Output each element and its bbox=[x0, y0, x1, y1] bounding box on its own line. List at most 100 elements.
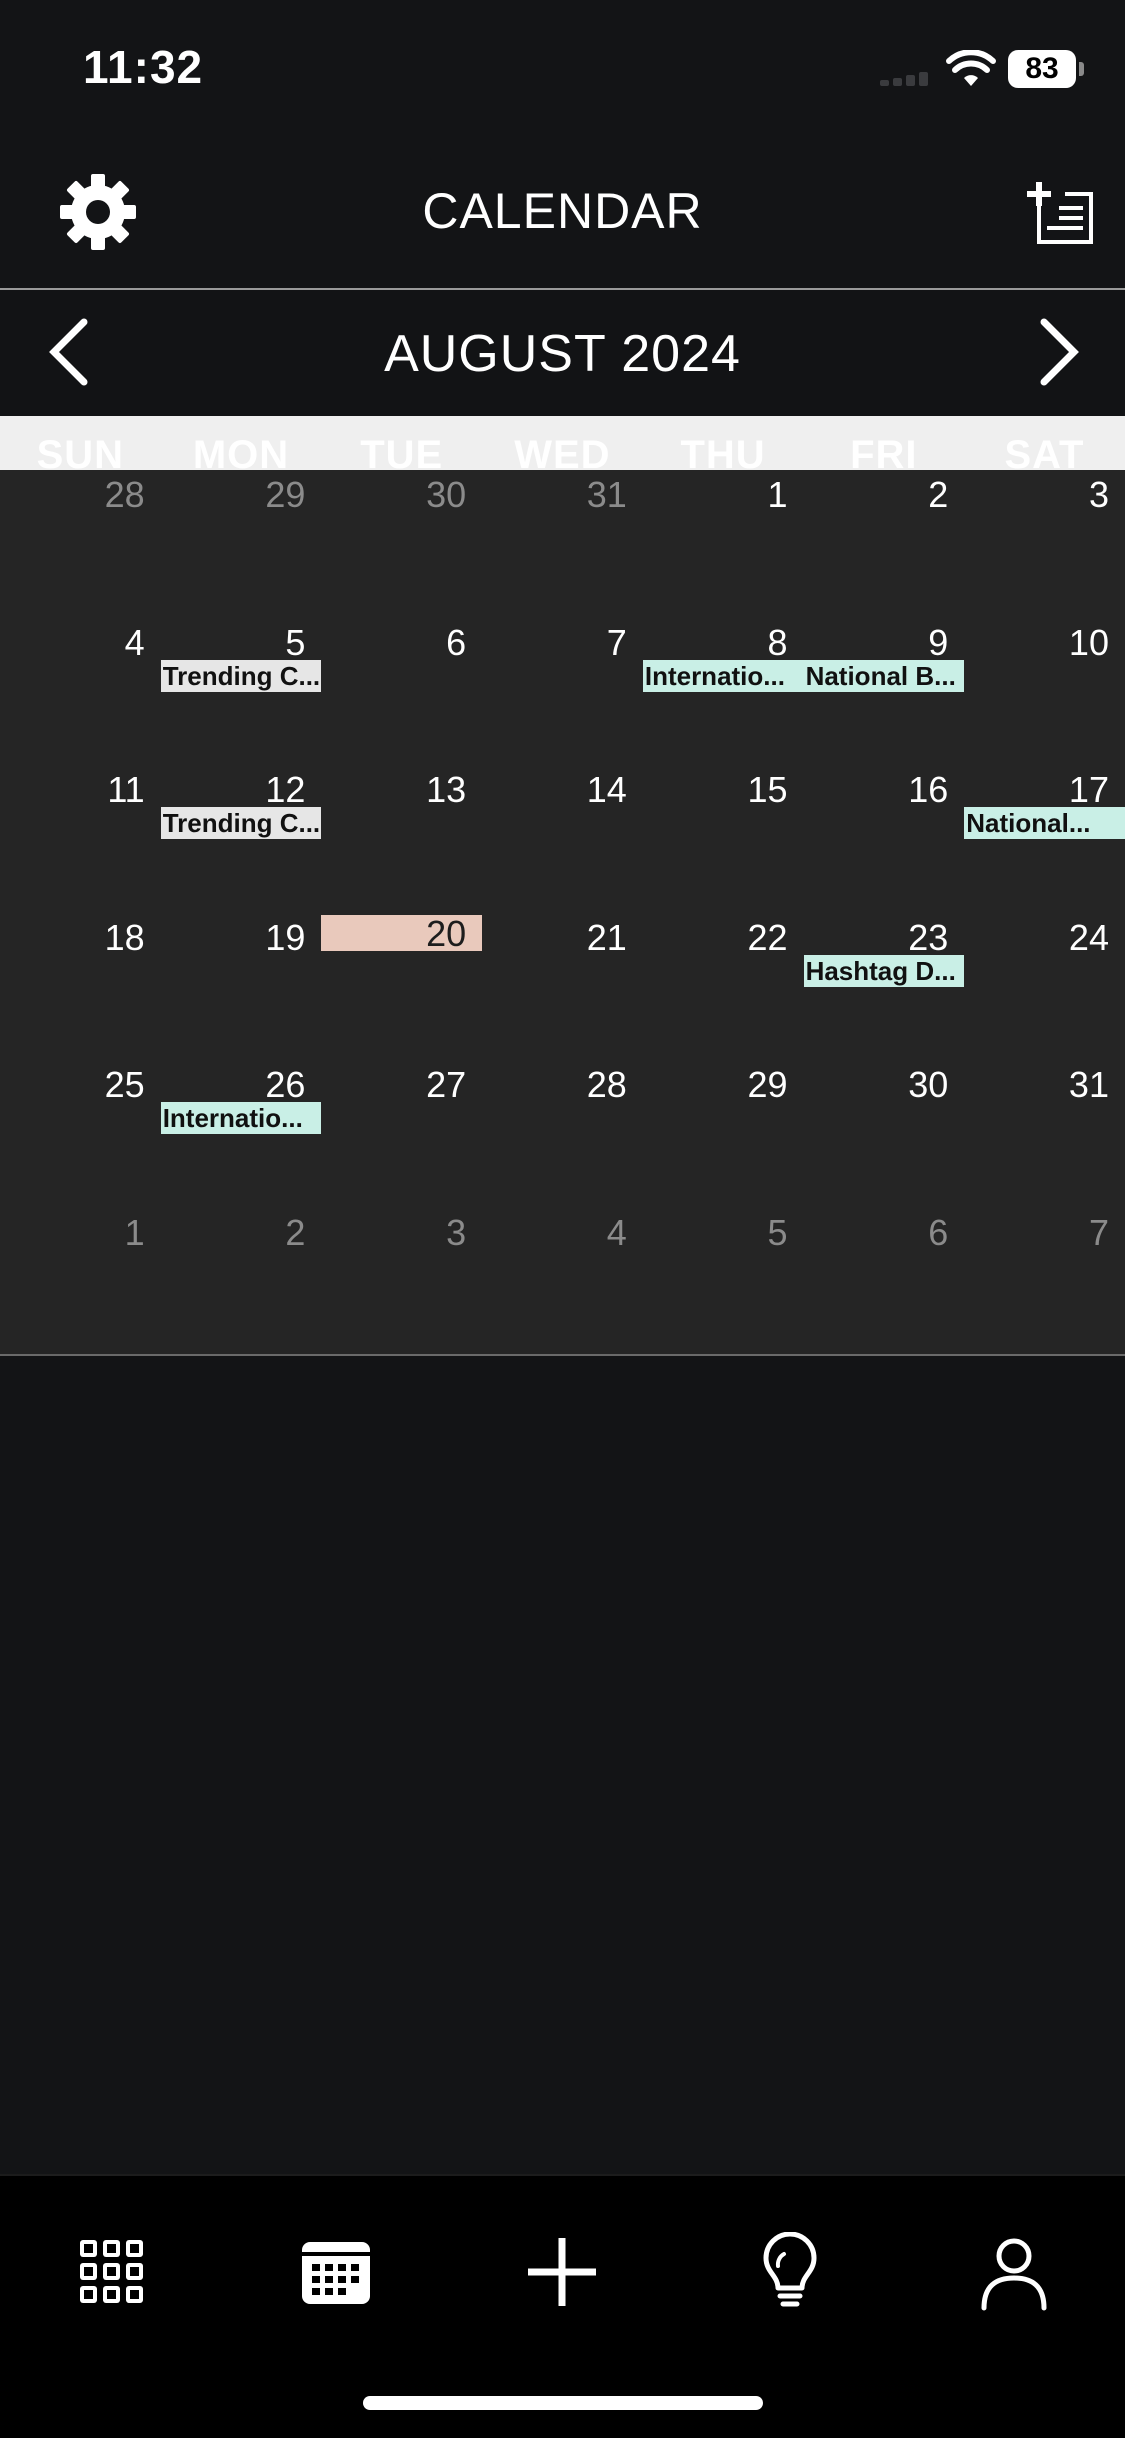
event-chip[interactable]: Hashtag D... bbox=[803, 954, 965, 987]
day-cell[interactable]: 30 bbox=[804, 1060, 965, 1208]
event-chip[interactable]: Trending C... bbox=[160, 807, 322, 839]
day-number: 22 bbox=[747, 916, 788, 958]
day-cell[interactable]: 10 bbox=[964, 618, 1125, 766]
day-cell[interactable]: 31 bbox=[964, 1060, 1125, 1208]
day-number: 30 bbox=[426, 474, 467, 515]
day-cell[interactable]: 29 bbox=[643, 1060, 804, 1208]
day-cell[interactable]: 6 bbox=[804, 1208, 965, 1356]
day-cell[interactable]: 18 bbox=[0, 913, 161, 1061]
day-cell[interactable]: 1 bbox=[0, 1208, 161, 1356]
day-cell[interactable]: 4 bbox=[482, 1208, 643, 1356]
day-cell[interactable]: 7 bbox=[482, 618, 643, 766]
day-cell[interactable]: 3 bbox=[964, 470, 1125, 618]
day-cell[interactable]: 27 bbox=[321, 1060, 482, 1208]
day-number: 5 bbox=[767, 1211, 788, 1253]
day-number: 21 bbox=[586, 916, 627, 958]
day-cell[interactable]: 17 National... bbox=[964, 765, 1125, 913]
day-cell[interactable]: 11 bbox=[0, 765, 161, 913]
status-time: 11:32 bbox=[83, 41, 204, 93]
day-number: 7 bbox=[606, 621, 627, 663]
day-number: 2 bbox=[928, 474, 949, 515]
day-cell[interactable]: 2 bbox=[804, 470, 965, 618]
day-cell[interactable]: 16 bbox=[804, 765, 965, 913]
day-cell[interactable]: 8 Internatio... bbox=[642, 618, 804, 766]
day-cell[interactable]: 25 bbox=[0, 1060, 161, 1208]
day-cell[interactable]: 4 bbox=[0, 618, 161, 766]
home-indicator bbox=[363, 2396, 763, 2410]
weekday-label: THU bbox=[680, 433, 766, 470]
week-row: 25 26 Internatio... 27 28 29 30 31 bbox=[0, 1060, 1125, 1208]
day-cell[interactable]: 7 bbox=[964, 1208, 1125, 1356]
day-number: 16 bbox=[908, 769, 949, 810]
day-number: 28 bbox=[586, 1064, 627, 1105]
day-cell[interactable]: 23 Hashtag D... bbox=[803, 913, 965, 1061]
day-cell[interactable]: 9 National B... bbox=[803, 618, 965, 766]
cellular-signal-icon bbox=[880, 72, 930, 86]
calendar-icon[interactable] bbox=[296, 2232, 376, 2312]
weekday-label: WED bbox=[514, 433, 611, 470]
day-cell[interactable]: 1 bbox=[643, 470, 804, 618]
wifi-icon bbox=[946, 50, 996, 86]
add-note-icon[interactable] bbox=[1025, 176, 1097, 248]
day-cell[interactable]: 14 bbox=[482, 765, 643, 913]
day-cell[interactable]: 28 bbox=[0, 470, 161, 618]
week-row: 11 12 Trending C... 13 14 15 16 17 National... bbox=[0, 765, 1125, 913]
day-cell[interactable]: 28 bbox=[482, 1060, 643, 1208]
day-cell[interactable]: 12 Trending C... bbox=[160, 765, 322, 913]
plus-icon[interactable] bbox=[522, 2232, 602, 2312]
day-number: 3 bbox=[1088, 474, 1109, 515]
day-cell[interactable]: 21 bbox=[482, 913, 643, 1061]
day-number: 25 bbox=[104, 1064, 145, 1105]
day-number: 6 bbox=[928, 1211, 949, 1253]
day-cell[interactable]: 2 bbox=[161, 1208, 322, 1356]
lightbulb-icon[interactable] bbox=[750, 2232, 830, 2312]
day-cell[interactable]: 24 bbox=[964, 913, 1125, 1061]
day-number: 1 bbox=[124, 1211, 145, 1253]
weekday-label: FRI bbox=[850, 433, 918, 470]
event-chip[interactable]: Trending C... bbox=[160, 659, 322, 692]
day-number: 7 bbox=[1088, 1211, 1109, 1253]
day-cell[interactable]: 22 bbox=[643, 913, 804, 1061]
chevron-right-icon[interactable] bbox=[1028, 314, 1088, 390]
event-chip[interactable]: National B... bbox=[803, 659, 965, 692]
day-number: 20 bbox=[426, 912, 467, 954]
day-cell[interactable]: 30 bbox=[321, 470, 482, 618]
day-cell[interactable]: 5 Trending C... bbox=[160, 618, 322, 766]
day-number: 31 bbox=[586, 474, 627, 515]
week-row: 4 5 Trending C... 6 7 8 Internatio... 9 National… bbox=[0, 618, 1125, 766]
event-chip[interactable]: Internatio... bbox=[160, 1102, 322, 1134]
day-number: 2 bbox=[285, 1211, 306, 1253]
day-number: 30 bbox=[908, 1064, 949, 1105]
day-cell[interactable]: 5 bbox=[643, 1208, 804, 1356]
day-number: 6 bbox=[446, 621, 467, 663]
day-cell[interactable]: 13 bbox=[321, 765, 482, 913]
day-number: 14 bbox=[586, 769, 627, 810]
day-number: 19 bbox=[265, 916, 306, 958]
day-cell[interactable]: 15 bbox=[643, 765, 804, 913]
grid-icon[interactable] bbox=[72, 2232, 152, 2312]
day-number: 24 bbox=[1068, 916, 1109, 958]
day-cell[interactable]: 3 bbox=[321, 1208, 482, 1356]
weekday-label: SUN bbox=[36, 433, 125, 470]
day-number: 29 bbox=[747, 1064, 788, 1105]
day-cell[interactable]: 19 bbox=[161, 913, 322, 1061]
weekday-label: TUE bbox=[360, 433, 444, 470]
day-cell[interactable]: 26 Internatio... bbox=[160, 1060, 322, 1208]
battery-icon: 83 bbox=[1008, 50, 1076, 88]
day-number: 31 bbox=[1068, 1064, 1109, 1105]
event-chip[interactable]: National... bbox=[964, 807, 1125, 839]
app-header: CALENDAR bbox=[0, 140, 1125, 290]
day-cell[interactable]: 6 bbox=[321, 618, 482, 766]
page-title: CALENDAR bbox=[422, 183, 703, 239]
day-number: 3 bbox=[446, 1211, 467, 1253]
week-row: 18 19 20 21 22 23 Hashtag D... 24 bbox=[0, 913, 1125, 1061]
status-bar: 11:32 83 bbox=[0, 0, 1125, 140]
day-cell[interactable]: 29 bbox=[161, 470, 322, 618]
day-cell[interactable]: 31 bbox=[482, 470, 643, 618]
day-cell-today[interactable]: 20 bbox=[321, 913, 483, 1061]
profile-icon[interactable] bbox=[974, 2232, 1054, 2312]
day-number: 10 bbox=[1068, 621, 1109, 663]
month-grid: 28 29 30 31 1 2 3 4 5 Trending C... 6 7 8 Internatio.… bbox=[0, 470, 1125, 1356]
day-number: 1 bbox=[767, 474, 788, 515]
event-chip[interactable]: Internatio... bbox=[642, 659, 804, 692]
